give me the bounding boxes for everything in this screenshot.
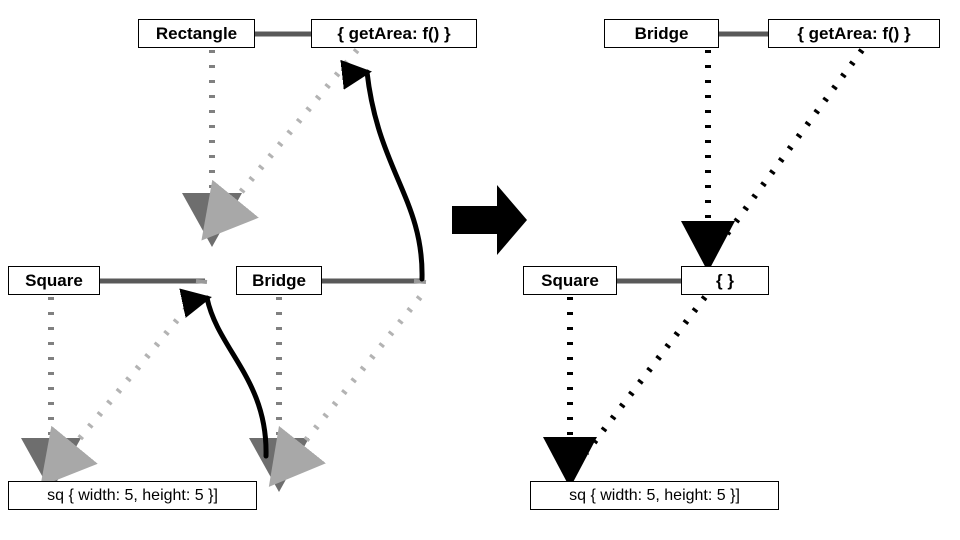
node-instance-before-label: sq { width: 5, height: 5 }]: [47, 486, 218, 504]
connector-layer: [21, 31, 865, 492]
diagram-canvas: Rectangle { getArea: f() } Square Bridge…: [0, 0, 960, 540]
node-empty-prototype-label: { }: [716, 271, 734, 290]
chain-proto-diagonal: [201, 48, 360, 241]
node-square[interactable]: Square: [8, 266, 100, 295]
chain-bridgeproto-diagonal: [721, 48, 865, 240]
chain-squarestub-diagonal: [40, 295, 199, 487]
stub-tail-square: [195, 279, 208, 284]
curve-bridge-stub-to-proto: [367, 72, 425, 282]
node-rectangle-prototype-label: { getArea: f() }: [337, 24, 451, 43]
node-square-label: Square: [25, 271, 83, 290]
chain-bridgestub-diagonal: [268, 295, 423, 487]
curve-instance-to-square-stub: [207, 298, 269, 459]
node-instance-after[interactable]: sq { width: 5, height: 5 }]: [530, 481, 779, 510]
node-square-right-label: Square: [541, 271, 599, 290]
node-bridge-top-label: Bridge: [634, 24, 689, 43]
solid-links: [100, 31, 770, 284]
node-rectangle-label: Rectangle: [155, 24, 238, 43]
node-empty-prototype[interactable]: { }: [681, 266, 769, 295]
node-instance-after-label: sq { width: 5, height: 5 }]: [569, 486, 740, 504]
curved-relink-arrows: [207, 72, 425, 459]
node-instance-before[interactable]: sq { width: 5, height: 5 }]: [8, 481, 257, 510]
node-square-right[interactable]: Square: [523, 266, 617, 295]
node-rectangle[interactable]: Rectangle: [138, 19, 255, 48]
node-bridge-label: Bridge: [252, 271, 306, 290]
node-bridge-prototype[interactable]: { getArea: f() }: [768, 19, 940, 48]
stub-tail-bridge: [413, 279, 427, 284]
transform-arrow: [452, 185, 527, 255]
left-prototype-chains: [21, 48, 423, 492]
chain-emptyproto-diagonal: [583, 295, 708, 455]
right-prototype-chains: [543, 48, 865, 488]
node-bridge[interactable]: Bridge: [236, 266, 322, 295]
transform-arrow-shape: [452, 185, 527, 255]
node-rectangle-prototype[interactable]: { getArea: f() }: [311, 19, 477, 48]
node-bridge-prototype-label: { getArea: f() }: [797, 24, 911, 43]
node-bridge-top[interactable]: Bridge: [604, 19, 719, 48]
